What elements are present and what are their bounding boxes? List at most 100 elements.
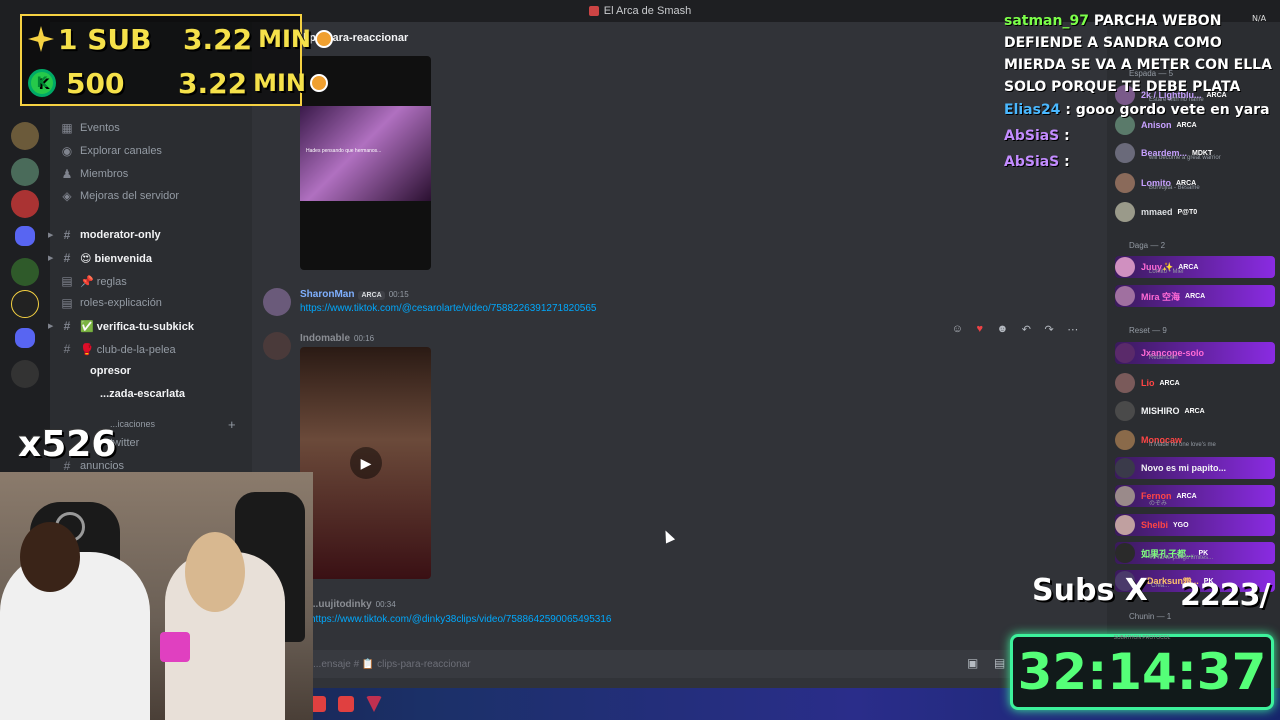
sidebar-item-miembros[interactable]: ♟ Miembros [60,164,245,184]
member-category: Reset — 9 [1129,326,1167,335]
subgoal-panel: 1 SUB 3.22 MIN K 500 3.22 MIN [20,14,333,106]
reply-icon[interactable]: ↶ [1022,323,1031,336]
message-username[interactable]: Indomable 00:16 [300,333,374,344]
emoji-icon[interactable]: ☻ [997,323,1009,335]
avatar [1115,343,1135,363]
server-icon[interactable] [11,360,39,388]
stream-chat-overlay: satman_97 PARCHA WEBON DEFIENDE A SANDRA… [1000,6,1280,182]
member-item[interactable]: Jxancope-solo Redención [1115,342,1275,364]
screen: El Arca de Smash ▦ Eventos ◉ Explorar cana… [0,0,1280,720]
chat-line: AbSiaS : [1004,154,1070,170]
timer-value: 32:14:37 [1017,643,1267,701]
chat-area: clips-para-reaccionar Hades pensando que… [252,22,1107,720]
subs-label: Subs X [1032,573,1148,608]
chat-line: satman_97 PARCHA WEBON DEFIENDE A SANDRA… [1004,13,1272,95]
message-username[interactable]: SharonMan ARCA 00:15 [300,289,409,300]
members-icon: ♟ [61,167,73,181]
avatar [1115,373,1135,393]
person-head [20,522,80,592]
server-icon[interactable] [11,258,39,286]
channel-reglas[interactable]: ▤ 📌 reglas [60,271,245,291]
channel-bienvenida[interactable]: ▶ # 😍 bienvenida [48,248,245,268]
server-icon[interactable] [11,290,39,318]
avatar [1115,257,1135,277]
channel-club-de-la-pelea[interactable]: # 🥊 club-de-la-pelea [60,339,245,359]
video-embed-2[interactable]: ▶ [300,347,431,579]
avatar [1115,430,1135,450]
multiplier-badge: x526 [18,424,117,465]
person [0,552,150,720]
channel-roles[interactable]: ▤ roles-explicación [60,293,245,313]
reaction-icon[interactable]: ☺ [952,323,963,335]
clock-icon [315,30,333,48]
subathon-timer: SUBATHON PROTOCOL 32:14:37 [1010,634,1274,710]
message-link[interactable]: https://www.tiktok.com/@cesarolarte/vide… [300,303,596,314]
chat-line: AbSiaS : [1004,128,1070,144]
member-item[interactable]: Novo es mi papito... [1115,457,1275,479]
hash-icon: # [63,319,71,333]
member-item[interactable]: Juuy✨ ARCA Lomito • Miel [1115,256,1275,278]
sparkle-icon [28,26,54,52]
boost-icon: ◈ [62,189,72,203]
hash-icon: # [63,228,71,242]
app-logo-icon [588,6,599,16]
member-item[interactable]: Mira 空海 ARCA [1115,285,1275,307]
forward-icon[interactable]: ↷ [1044,323,1053,336]
gif-icon[interactable]: ▤ [994,656,1005,670]
avatar [1115,286,1135,306]
app-icon[interactable] [366,696,382,712]
avatar [1115,202,1135,222]
member-category: Daga — 2 [1129,241,1166,250]
clock-icon [310,74,328,92]
sidebar-item-explorar[interactable]: ◉ Explorar canales [60,141,245,161]
gift-icon[interactable]: ▣ [967,656,978,670]
message-input[interactable]: ...ensaje # 📋 clips-para-reaccionar [307,650,1097,678]
chevron-right-icon: ▶ [48,232,54,239]
play-icon[interactable]: ▶ [350,447,382,479]
compass-icon: ◉ [61,144,73,158]
goal-row-sub: 1 SUB 3.22 MIN [28,19,333,59]
server-icon[interactable] [11,190,39,218]
webcam-feed [0,472,313,720]
message-toolbar: ☺ ♥ ☻ ↶ ↷ ⋯ [945,319,1085,339]
avatar[interactable] [263,332,291,360]
avatar [1115,515,1135,535]
server-icon[interactable] [11,158,39,186]
member-item[interactable]: Fernon ARCA のぞみ [1115,485,1275,507]
add-channel-icon[interactable]: + [228,414,242,434]
member-item[interactable]: Shelbi YGO [1115,514,1275,536]
member-item[interactable]: Monocaw It Made no one love's me [1115,429,1275,451]
rules-icon: ▤ [61,274,73,288]
chevron-right-icon: ▶ [48,323,54,330]
channel-moderator-only[interactable]: ▶ # moderator-only [48,225,245,245]
member-item[interactable]: Lio ARCA [1115,372,1275,394]
channel-opresor[interactable]: opresor [90,361,275,381]
server-icon[interactable] [11,122,39,150]
heart-icon[interactable]: ♥ [977,323,984,335]
subs-value: 2223/ [1180,578,1270,613]
avatar[interactable] [263,288,291,316]
avatar [1115,543,1135,563]
sidebar-item-mejoras[interactable]: ◈ Mejoras del servidor [60,186,245,206]
folder-icon[interactable] [15,226,35,246]
channel-verifica[interactable]: ▶ # ✅ verifica-tu-subkick [48,316,245,336]
status-na: N/A [1252,14,1267,23]
microphone-light [160,632,190,662]
message-username[interactable]: ...uujitodinky 00:34 [310,599,396,610]
avatar [1115,401,1135,421]
window-title: El Arca de Smash [603,5,692,17]
kick-icon: K [28,69,56,97]
sidebar-item-eventos[interactable]: ▦ Eventos [60,118,245,138]
folder-icon[interactable] [15,328,35,348]
hash-icon: # [63,342,71,356]
message-link[interactable]: https://www.tiktok.com/@dinky38clips/vid… [310,614,611,625]
member-item[interactable]: 如果孔子都... PK Yo no te pongo límites... [1115,542,1275,564]
calendar-icon: ▦ [61,121,73,135]
app-icon[interactable] [338,696,354,712]
more-icon[interactable]: ⋯ [1067,323,1078,336]
chevron-right-icon: ▶ [48,255,54,262]
rules-icon: ▤ [61,296,73,310]
avatar [1115,486,1135,506]
member-item[interactable]: MISHIRO ARCA [1115,400,1275,422]
member-item[interactable]: mmaed P@T0 [1115,201,1275,223]
